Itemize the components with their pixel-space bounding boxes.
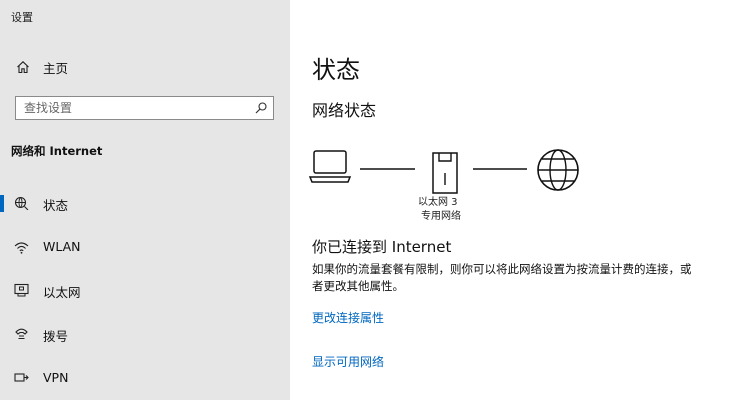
- network-type: 专用网络: [421, 211, 461, 222]
- ethernet-icon: [14, 283, 29, 297]
- main-content: 状态 网络状态 以太网 3 专用网络 你已连接到 Internet 如果你的流量…: [290, 0, 738, 400]
- section-title: 网络和 Internet: [11, 144, 103, 158]
- search-icon[interactable]: [255, 102, 267, 114]
- search-input[interactable]: [24, 99, 244, 117]
- page-title: 状态: [312, 56, 360, 84]
- status-icon: [14, 196, 29, 210]
- dialup-icon: [15, 328, 28, 340]
- app-title: 设置: [11, 11, 33, 24]
- wifi-icon: [14, 242, 29, 254]
- ethernet-adapter-icon: [432, 152, 458, 194]
- home-icon: [17, 61, 29, 74]
- sidebar-item-label: 状态: [43, 198, 69, 213]
- vpn-icon: [14, 373, 29, 382]
- nav-home[interactable]: 主页: [0, 52, 290, 82]
- globe-icon: [537, 149, 579, 191]
- sidebar-item-label: WLAN: [43, 239, 81, 254]
- connection-status-title: 你已连接到 Internet: [312, 238, 452, 256]
- show-available-networks-link[interactable]: 显示可用网络: [312, 353, 384, 370]
- sidebar: 设置 主页 网络和 Internet 状态 WLAN: [0, 0, 290, 400]
- sidebar-item-vpn[interactable]: VPN: [0, 362, 290, 394]
- adapter-name: 以太网 3: [418, 197, 458, 208]
- computer-icon: [308, 150, 352, 183]
- connection-description: 如果你的流量套餐有限制，则你可以将此网络设置为按流量计费的连接，或者更改其他属性…: [312, 262, 692, 293]
- sidebar-item-dialup[interactable]: 拨号: [0, 318, 290, 350]
- sidebar-item-label: VPN: [43, 370, 69, 385]
- selection-indicator: [0, 195, 4, 212]
- sidebar-item-label: 以太网: [43, 285, 81, 300]
- nav-home-label: 主页: [43, 60, 69, 76]
- sidebar-item-wlan[interactable]: WLAN: [0, 231, 290, 263]
- sidebar-item-ethernet[interactable]: 以太网: [0, 274, 290, 306]
- search-box[interactable]: [15, 96, 274, 120]
- sidebar-item-label: 拨号: [43, 329, 69, 344]
- network-status-heading: 网络状态: [312, 101, 377, 120]
- change-connection-properties-link[interactable]: 更改连接属性: [312, 309, 384, 326]
- sidebar-item-status[interactable]: 状态: [0, 187, 290, 219]
